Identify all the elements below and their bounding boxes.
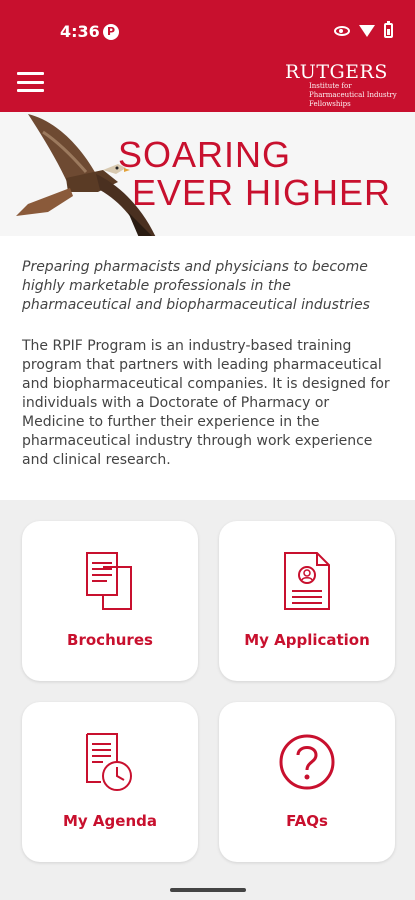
faqs-label: FAQs: [286, 812, 328, 830]
notification-p-icon: P: [103, 24, 119, 40]
application-icon: [284, 552, 330, 610]
hero-banner: SOARING EVER HIGHER: [0, 112, 415, 236]
my-application-card[interactable]: My Application: [219, 521, 395, 681]
battery-icon: [384, 21, 393, 38]
agenda-icon: [86, 733, 132, 791]
faqs-card[interactable]: FAQs: [219, 702, 395, 862]
hero-title-line2: EVER HIGHER: [131, 172, 391, 213]
status-icons: [334, 21, 393, 38]
logo-title: RUTGERS: [285, 61, 388, 83]
brochures-label: Brochures: [67, 631, 153, 649]
status-bar: 4:36 P: [0, 0, 415, 60]
tagline: Preparing pharmacists and physicians to …: [22, 259, 370, 313]
my-agenda-label: My Agenda: [63, 812, 157, 830]
data-saver-icon: [334, 25, 350, 36]
gesture-nav-bar[interactable]: [170, 888, 246, 892]
my-agenda-card[interactable]: My Agenda: [22, 702, 198, 862]
logo-subtitle: Institute for Pharmaceutical Industry Fe…: [309, 82, 397, 108]
my-application-label: My Application: [244, 631, 370, 649]
hamburger-menu-icon[interactable]: [17, 72, 44, 92]
brochures-card[interactable]: Brochures: [22, 521, 198, 681]
intro-section: Preparing pharmacists and physicians to …: [0, 236, 415, 500]
hero-title-line1: SOARING: [117, 134, 291, 175]
hero-title: SOARING EVER HIGHER: [118, 136, 391, 212]
wifi-icon: [359, 24, 375, 37]
brochure-icon: [86, 552, 132, 610]
app-header: 4:36 P RUTGERS Institute for Pharmaceuti…: [0, 0, 415, 112]
rutgers-logo: RUTGERS Institute for Pharmaceutical Ind…: [285, 62, 405, 109]
program-description: The RPIF Program is an industry-based tr…: [22, 338, 390, 468]
menu-grid: Brochures My Application My Agenda FAQs: [0, 500, 415, 880]
status-time: 4:36: [60, 22, 100, 41]
faq-icon: [279, 734, 335, 790]
